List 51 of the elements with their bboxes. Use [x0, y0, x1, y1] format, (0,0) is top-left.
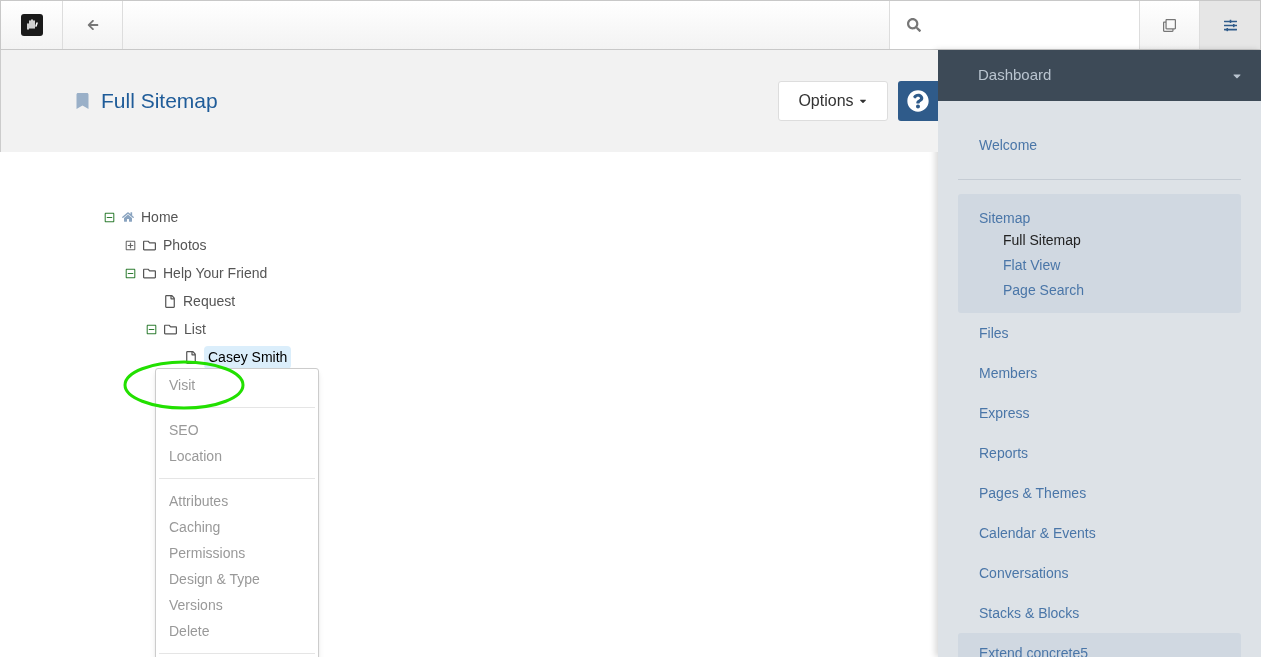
tree-node-label[interactable]: Casey Smith [204, 345, 292, 369]
tree-node-label[interactable]: List [184, 318, 206, 340]
nav-item[interactable]: Calendar & Events [979, 522, 1096, 544]
panel-title: Dashboard [978, 65, 1052, 86]
menu-item[interactable]: Delete [156, 618, 318, 644]
menu-item[interactable]: Attributes [156, 488, 318, 514]
options-button[interactable]: Options [778, 81, 888, 121]
search-icon [907, 18, 921, 32]
help-icon [907, 90, 929, 112]
tree-node-label[interactable]: Photos [163, 234, 207, 256]
logo-icon[interactable] [20, 14, 43, 36]
menu-item[interactable]: Versions [156, 592, 318, 618]
menu-item[interactable]: Visit [156, 372, 318, 398]
help-button[interactable] [898, 81, 938, 121]
nav-item[interactable]: Sitemap [979, 207, 1031, 229]
tree-node-label[interactable]: Home [141, 206, 179, 228]
nav-item[interactable]: Files [979, 322, 1009, 344]
folder-icon [143, 238, 156, 252]
collapse-icon[interactable] [145, 323, 157, 335]
menu-item[interactable]: Design & Type [156, 566, 318, 592]
nav-subitem[interactable]: Flat View [1003, 255, 1061, 276]
settings-icon [1223, 18, 1237, 32]
expand-icon[interactable] [124, 239, 136, 251]
dashboard-header[interactable]: Dashboard [938, 50, 1261, 101]
collapse-icon[interactable] [103, 211, 115, 223]
nav-item[interactable]: Members [979, 362, 1038, 384]
folder-icon [164, 322, 177, 336]
search-field[interactable] [889, 1, 1139, 49]
back-arrow-icon [86, 19, 99, 31]
nav-item[interactable]: Welcome [979, 134, 1038, 156]
tree-node-label[interactable]: Help Your Friend [163, 262, 268, 284]
page-icon [185, 350, 197, 364]
nav-subitem[interactable]: Full Sitemap [1003, 230, 1081, 251]
menu-item[interactable]: SEO [156, 417, 318, 443]
nav-item[interactable]: Conversations [979, 562, 1069, 584]
collapse-icon[interactable] [124, 267, 136, 279]
copy-icon [1163, 18, 1176, 32]
page-title: Full Sitemap [101, 88, 219, 115]
folder-icon [143, 266, 156, 280]
menu-item[interactable]: Caching [156, 514, 318, 540]
page-icon [164, 294, 176, 308]
nav-subitem[interactable]: Page Search [1003, 280, 1084, 301]
tree-node-label[interactable]: Request [183, 290, 236, 312]
nav-item[interactable]: Pages & Themes [979, 482, 1087, 504]
home-icon [122, 211, 134, 223]
nav-item[interactable]: Express [979, 402, 1030, 424]
menu-item[interactable]: Permissions [156, 540, 318, 566]
nav-item[interactable]: Reports [979, 442, 1029, 464]
nav-item[interactable]: Extend concrete5 [979, 642, 1088, 657]
nav-item[interactable]: Stacks & Blocks [979, 602, 1080, 624]
menu-item[interactable]: Location [156, 443, 318, 469]
